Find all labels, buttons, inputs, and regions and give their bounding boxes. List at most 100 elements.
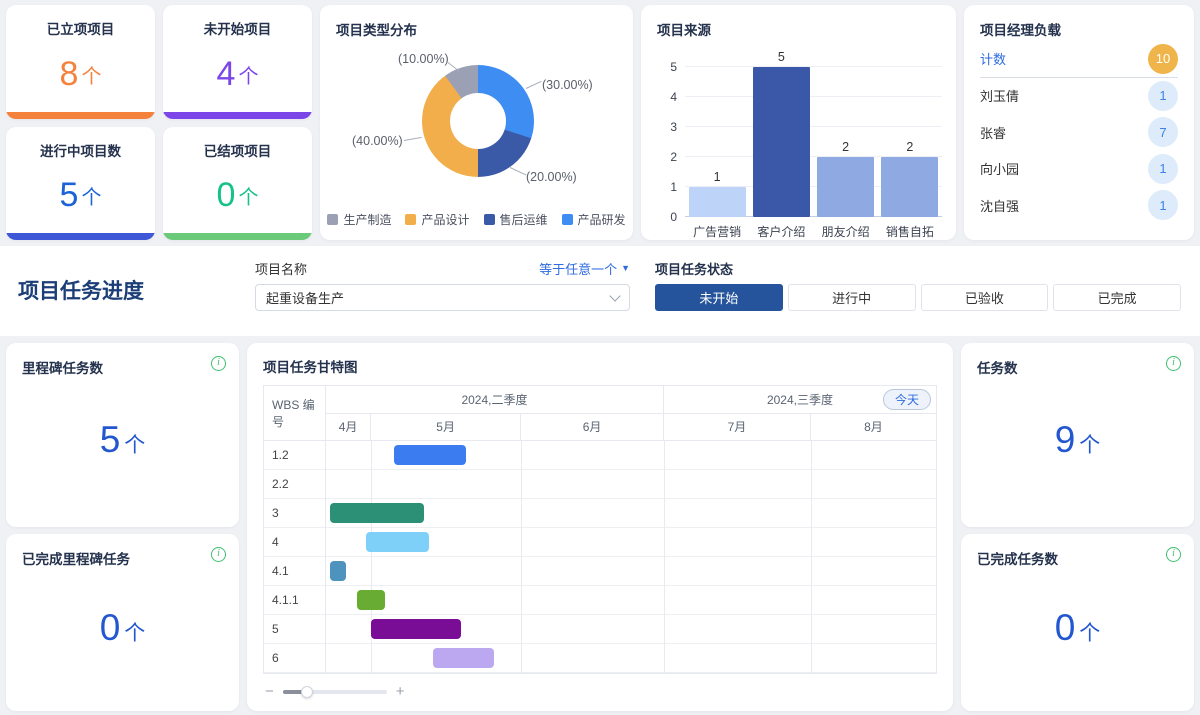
status-button-accepted[interactable]: 已验收	[920, 284, 1049, 311]
project-name-label: 项目名称	[255, 261, 308, 277]
gantt-task-bar[interactable]	[394, 445, 466, 465]
donut-chart: (10.00%) (40.00%) (20.00%) (30.00%)	[320, 39, 633, 203]
gantt-body: 1.2 2.2 3 4 4.1 4.1.1 5 6	[264, 441, 936, 673]
legend-item[interactable]: 售后运维	[483, 211, 548, 228]
legend-swatch-icon	[483, 214, 495, 225]
metric-value: 0个	[1054, 606, 1101, 648]
manager-count-badge: 1	[1148, 80, 1178, 111]
project-source-bar-card: 项目来源 0123451522 广告营销 客户介绍 朋友介绍 销售自拓	[641, 5, 956, 240]
operator-dropdown[interactable]: 等于任意一个 ▼	[539, 259, 630, 278]
legend-item[interactable]: 生产制造	[327, 211, 391, 228]
gantt-task-bar[interactable]	[329, 503, 424, 523]
x-axis-category-label: 客户介绍	[757, 225, 806, 239]
legend-label: 生产制造	[343, 213, 392, 227]
y-axis-tick-label: 0	[670, 210, 677, 224]
legend-label: 售后运维	[499, 213, 548, 227]
manager-row[interactable]: 计数 10	[980, 41, 1178, 78]
stat-card-value: 0个	[216, 176, 259, 215]
gantt-zoom-slider: − +	[265, 682, 937, 702]
metric-title: 里程碑任务数	[22, 361, 103, 376]
bar-value-label: 2	[906, 140, 914, 154]
zoom-out-icon[interactable]: −	[265, 682, 274, 702]
bar-chart-title: 项目来源	[657, 23, 711, 38]
info-icon[interactable]: i	[211, 547, 226, 562]
info-icon[interactable]: i	[1166, 356, 1181, 371]
y-axis-tick-label: 5	[670, 60, 677, 74]
bar-column: 2	[881, 67, 939, 217]
gantt-card: 项目任务甘特图 WBS 编号 2024,二季度 2024,三季度 4月 5月 6月 7月…	[247, 343, 953, 711]
stat-card-label: 已结项项目	[203, 143, 272, 159]
legend-label: 产品设计	[421, 213, 470, 227]
task-status-label: 项目任务状态	[655, 261, 734, 277]
donut-label-20pct: (20.00%)	[526, 170, 577, 184]
project-name-select[interactable]: 起重设备生产	[255, 284, 630, 311]
gantt-month-row: 4月 5月 6月 7月 8月	[326, 413, 936, 441]
completed-task-card: 已完成任务数 i 0个	[961, 534, 1194, 711]
manager-name: 向小园	[980, 162, 1020, 178]
gantt-task-bar[interactable]	[356, 590, 386, 610]
zoom-in-icon[interactable]: +	[396, 682, 405, 702]
manager-row[interactable]: 张睿 7	[980, 114, 1178, 151]
section-title: 项目任务进度	[18, 280, 144, 303]
bar[interactable]	[817, 157, 875, 217]
metric-value: 5个	[99, 419, 146, 461]
y-axis-tick-label: 3	[670, 120, 677, 134]
bar[interactable]	[881, 157, 939, 217]
project-type-donut-card: 项目类型分布 (10.00%) (40.00%) (20.00%) (30.00…	[320, 5, 633, 240]
manager-count-badge: 10	[1148, 43, 1178, 74]
gantt-wbs-cell: 2.2	[264, 470, 325, 499]
metric-title: 已完成任务数	[977, 552, 1058, 567]
gantt-wbs-header: WBS 编号	[264, 386, 326, 441]
stat-card-value: 5个	[59, 176, 102, 215]
caret-down-icon: ▼	[621, 263, 630, 273]
gantt-wbs-cell: 6	[264, 644, 325, 673]
stat-card-accent-bar	[163, 233, 312, 240]
zoom-slider-track[interactable]	[282, 686, 387, 698]
manager-row[interactable]: 沈自强 1	[980, 187, 1178, 224]
donut-legend: 生产制造 产品设计 售后运维 产品研发	[320, 211, 633, 228]
bar[interactable]	[688, 187, 746, 217]
status-button-completed[interactable]: 已完成	[1053, 284, 1181, 311]
bar-column: 1	[688, 67, 746, 217]
manager-name: 张睿	[980, 125, 1007, 141]
manager-count-badge: 1	[1148, 190, 1178, 221]
gantt-task-bar[interactable]	[329, 561, 347, 581]
milestone-count-card: 里程碑任务数 i 5个	[6, 343, 239, 527]
gantt-column-line	[521, 441, 523, 673]
gantt-row	[326, 470, 936, 499]
donut-label-10pct: (10.00%)	[398, 52, 449, 66]
manager-load-title: 项目经理负载	[980, 23, 1061, 38]
bar-value-label: 5	[777, 50, 785, 64]
donut-leader-line	[403, 136, 422, 141]
manager-row[interactable]: 向小园 1	[980, 151, 1178, 188]
gantt-month-label: 4月	[326, 413, 372, 441]
y-axis-tick-label: 2	[670, 150, 677, 164]
donut-ring[interactable]	[422, 65, 534, 177]
gantt-table: WBS 编号 2024,二季度 2024,三季度 4月 5月 6月 7月 8月 今天 1.…	[263, 385, 937, 674]
gantt-row	[326, 557, 936, 586]
manager-row[interactable]: 刘玉倩 1	[980, 78, 1178, 115]
legend-item[interactable]: 产品研发	[561, 211, 626, 228]
manager-name: 沈自强	[980, 198, 1020, 214]
bar-chart-x-labels: 广告营销 客户介绍 朋友介绍 销售自拓	[685, 223, 942, 240]
manager-name: 刘玉倩	[980, 89, 1020, 105]
manager-count-badge: 1	[1148, 153, 1178, 184]
gantt-task-bar[interactable]	[371, 619, 462, 639]
gantt-wbs-cell: 1.2	[264, 441, 325, 470]
info-icon[interactable]: i	[211, 356, 226, 371]
stat-card-established: 已立项项目 8个	[6, 5, 155, 119]
status-button-in-progress[interactable]: 进行中	[787, 284, 916, 311]
gantt-quarter-row: 2024,二季度 2024,三季度	[326, 386, 936, 414]
gantt-month-label: 7月	[663, 413, 811, 441]
gantt-task-bar[interactable]	[432, 648, 495, 668]
gantt-quarter-label: 2024,二季度	[326, 386, 664, 414]
status-button-not-started[interactable]: 未开始	[655, 284, 783, 311]
today-button[interactable]: 今天	[882, 389, 931, 410]
zoom-slider-handle[interactable]	[300, 686, 313, 698]
info-icon[interactable]: i	[1166, 547, 1181, 562]
gantt-task-bar[interactable]	[366, 532, 430, 552]
donut-chart-title: 项目类型分布	[336, 23, 417, 38]
stat-card-closed: 已结项项目 0个	[163, 126, 312, 240]
bar[interactable]	[752, 67, 810, 217]
legend-item[interactable]: 产品设计	[405, 211, 470, 228]
